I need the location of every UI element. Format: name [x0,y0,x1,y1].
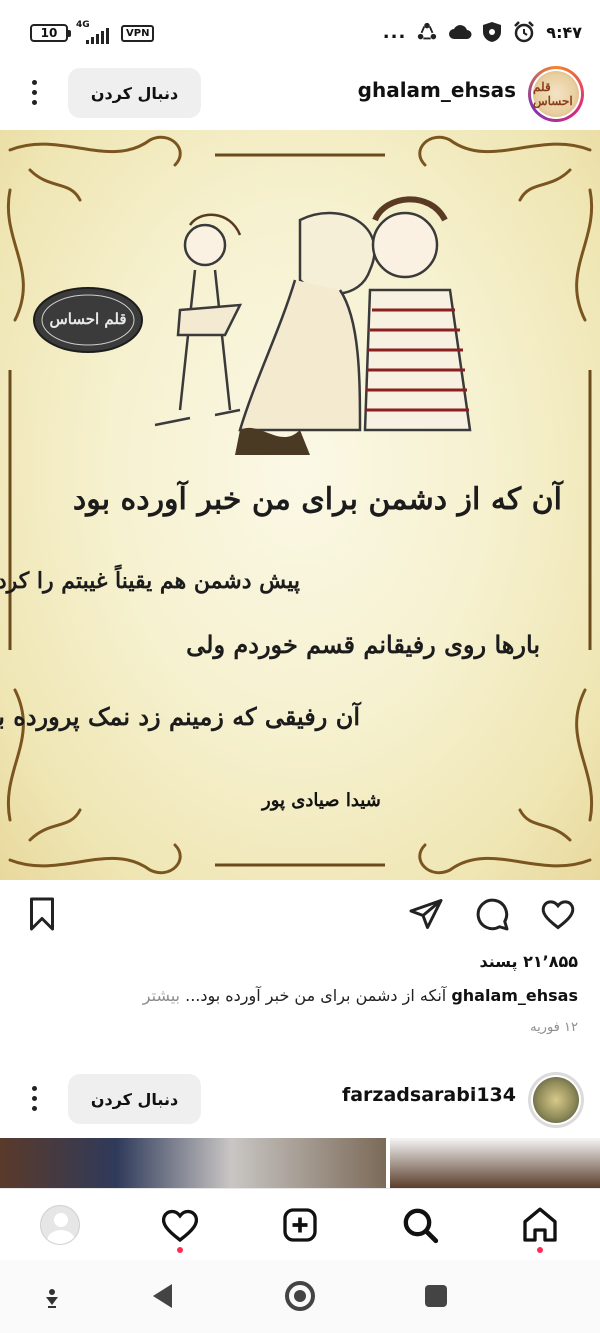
status-overflow: ... [382,21,407,43]
create-icon[interactable] [280,1205,320,1245]
profile-icon[interactable] [40,1205,80,1245]
poem-line-1: آن که از دشمن برای من خبر آورده بود [72,482,562,517]
more-options-icon-2[interactable] [22,1078,46,1118]
post-2-image-preview[interactable] [0,1138,600,1188]
keyboard-hide-icon[interactable] [42,1288,62,1310]
caption-more-link[interactable]: بیشتر [143,986,180,1005]
follow-button[interactable]: دنبال کردن [68,68,201,118]
clock: ۹:۴۷ [546,22,582,42]
alarm-icon [514,21,535,43]
status-bar: 10 4G VPN ... ۹:۴۷ [0,0,600,64]
sync-icon [418,22,437,40]
logo-badge-text: قلم احساس [49,310,127,328]
post-image[interactable]: آن که از دشمن برای من خبر آورده بود پیش … [0,130,600,880]
heart-icon[interactable] [540,896,576,932]
vpn-badge: VPN [121,25,155,42]
comment-icon[interactable] [474,896,510,932]
avatar[interactable]: قلم احساس [528,66,584,122]
caption-username[interactable]: ghalam_ehsas [451,986,578,1005]
post-actions [0,880,600,948]
avatar-2[interactable] [528,1072,584,1128]
likes-count[interactable]: ۲۱٬۸۵۵ پسند [479,952,578,971]
shield-icon [483,22,502,42]
home-system-icon[interactable] [284,1280,316,1312]
post-date: ۱۲ فوریه [530,1020,578,1035]
username[interactable]: ghalam_ehsas [358,78,516,102]
share-icon[interactable] [408,896,444,932]
post-header-2: farzadsarabi134 دنبال کردن [0,1066,600,1132]
follow-button-2[interactable]: دنبال کردن [68,1074,201,1124]
cloud-icon [449,25,472,39]
home-icon[interactable] [520,1205,560,1245]
activity-icon[interactable] [160,1205,200,1245]
avatar-image [533,1077,579,1123]
home-notification-dot [537,1247,543,1253]
poem-line-2: پیش دشمن هم یقیناً غیبتم را کرده بود [0,568,300,594]
system-navigation-bar [0,1260,600,1333]
poem-line-4: آن رفیقی که زمینم زد نمک پرورده بود [0,702,360,731]
preview-image-left [0,1138,386,1188]
signal-icon: 4G [76,20,116,44]
preview-image-right [390,1138,600,1188]
more-options-icon[interactable] [22,72,46,112]
caption-text: آنکه از دشمن برای من خبر آورده بود... [185,986,447,1005]
back-icon[interactable] [150,1282,174,1310]
search-icon[interactable] [400,1205,440,1245]
username-2[interactable]: farzadsarabi134 [342,1084,516,1106]
poem-line-3: بارها روی رفیقانم قسم خوردم ولی [186,630,540,659]
bookmark-icon[interactable] [24,896,60,932]
status-icons: ... ۹:۴۷ [383,18,582,46]
bottom-nav [0,1188,600,1260]
recents-icon[interactable] [424,1284,448,1308]
post-header: قلم احساس ghalam_ehsas دنبال کردن [0,60,600,126]
poem-signature: شیدا صیادی پور [262,790,381,811]
caption[interactable]: ghalam_ehsas آنکه از دشمن برای من خبر آو… [143,986,578,1005]
activity-notification-dot [177,1247,183,1253]
avatar-logo-text: قلم احساس [533,71,579,117]
battery-icon: 10 [30,24,71,42]
